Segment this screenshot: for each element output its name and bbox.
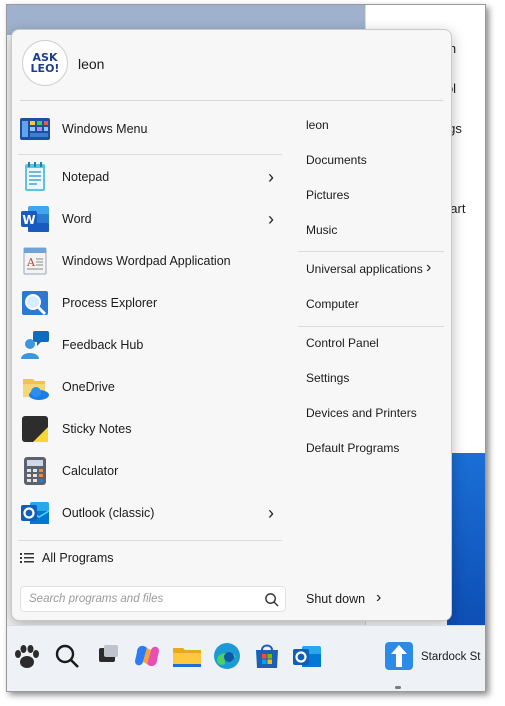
screenshot-frame: rch trol ings ut Start ASK LEO! leon — [6, 4, 486, 692]
link-label: leon — [306, 118, 329, 132]
onedrive-icon — [23, 379, 49, 400]
start-menu: ASK LEO! leon Windows Menu Notepad › W W… — [11, 29, 452, 621]
app-feedback-hub[interactable]: Feedback Hub — [12, 324, 284, 366]
app-label: Sticky Notes — [62, 422, 132, 436]
file-explorer-icon[interactable] — [171, 640, 203, 672]
avatar-text: LEO! — [30, 62, 60, 75]
store-icon[interactable] — [251, 640, 283, 672]
app-label: OneDrive — [62, 380, 115, 394]
app-process-explorer[interactable]: Process Explorer — [12, 282, 284, 324]
app-label: Notepad — [62, 170, 110, 184]
all-programs-button[interactable]: All Programs — [20, 548, 114, 568]
outlook-icon[interactable] — [291, 640, 323, 672]
link-label: Universal applications — [306, 262, 423, 276]
feedback-hub-icon — [21, 331, 49, 359]
app-label: Calculator — [62, 464, 119, 478]
chevron-right-icon[interactable]: › — [268, 167, 274, 188]
link-label: Music — [306, 223, 338, 237]
search-icon[interactable] — [51, 640, 83, 672]
chevron-right-icon[interactable]: › — [268, 503, 274, 524]
link-default-programs[interactable]: Default Programs — [298, 431, 448, 465]
all-programs-label: All Programs — [42, 551, 114, 565]
search-icon[interactable] — [264, 592, 279, 607]
app-label: Windows Wordpad Application — [62, 254, 231, 268]
link-control-panel[interactable]: Control Panel — [298, 326, 448, 360]
taskbar-app-label[interactable]: Stardock St — [421, 651, 480, 663]
app-word[interactable]: W Word › — [12, 198, 284, 240]
copilot-icon[interactable] — [131, 640, 163, 672]
link-label: Computer — [306, 297, 359, 311]
app-label: Feedback Hub — [62, 338, 144, 352]
app-calculator[interactable]: Calculator — [12, 450, 284, 492]
app-wordpad[interactable]: A Windows Wordpad Application — [12, 240, 284, 282]
link-label: Pictures — [306, 188, 350, 202]
link-label: Default Programs — [306, 441, 400, 455]
search-input[interactable] — [21, 587, 257, 611]
svg-text:A: A — [26, 256, 36, 269]
svg-text:W: W — [22, 213, 35, 227]
avatar[interactable]: ASK LEO! — [22, 40, 68, 86]
user-name[interactable]: leon — [78, 56, 104, 72]
app-label: Word — [62, 212, 92, 226]
windows-menu-icon — [20, 118, 50, 140]
link-documents[interactable]: Documents — [298, 143, 448, 177]
app-onedrive[interactable]: OneDrive — [12, 366, 284, 408]
link-label: Settings — [306, 371, 350, 385]
wordpad-icon: A — [23, 247, 47, 275]
divider — [20, 100, 443, 101]
app-notepad[interactable]: Notepad › — [12, 156, 284, 198]
link-pictures[interactable]: Pictures — [298, 178, 448, 212]
task-view-icon[interactable] — [91, 640, 123, 672]
word-icon: W — [21, 206, 49, 232]
link-settings[interactable]: Settings — [298, 361, 448, 395]
shutdown-button[interactable]: Shut down › — [298, 586, 408, 612]
link-music[interactable]: Music — [298, 213, 448, 247]
user-header: ASK LEO! leon — [12, 30, 451, 98]
link-label: Devices and Printers — [306, 406, 417, 420]
start-paw-icon[interactable] — [11, 640, 43, 672]
sticky-notes-icon — [22, 416, 48, 442]
link-label: Control Panel — [306, 336, 379, 350]
shutdown-label: Shut down — [306, 592, 366, 606]
divider — [18, 540, 282, 541]
link-user-folder[interactable]: leon — [298, 108, 448, 142]
taskbar: Stardock St — [7, 625, 485, 691]
outlook-icon — [21, 502, 50, 524]
stardock-start11-icon[interactable] — [383, 640, 415, 672]
app-windows-menu[interactable]: Windows Menu — [12, 108, 284, 150]
app-label: Windows Menu — [62, 122, 148, 136]
app-sticky-notes[interactable]: Sticky Notes — [12, 408, 284, 450]
edge-icon[interactable] — [211, 640, 243, 672]
list-icon — [20, 553, 34, 563]
divider — [18, 154, 282, 155]
search-box[interactable] — [20, 586, 286, 612]
calculator-icon — [24, 457, 46, 485]
chevron-right-icon[interactable]: › — [268, 209, 274, 230]
app-label: Outlook (classic) — [62, 506, 155, 520]
app-outlook-classic[interactable]: Outlook (classic) › — [12, 492, 284, 534]
link-computer[interactable]: Computer — [298, 287, 448, 321]
notepad-icon — [25, 162, 45, 191]
app-label: Process Explorer — [62, 296, 158, 310]
chevron-right-icon: › — [426, 259, 432, 276]
chevron-right-icon[interactable]: › — [376, 589, 381, 607]
link-devices-and-printers[interactable]: Devices and Printers — [298, 396, 448, 430]
process-explorer-icon — [22, 291, 48, 316]
running-indicator — [395, 686, 401, 689]
link-universal-applications[interactable]: Universal applications › — [298, 252, 448, 286]
background-wallpaper — [447, 453, 485, 625]
link-label: Documents — [306, 153, 367, 167]
